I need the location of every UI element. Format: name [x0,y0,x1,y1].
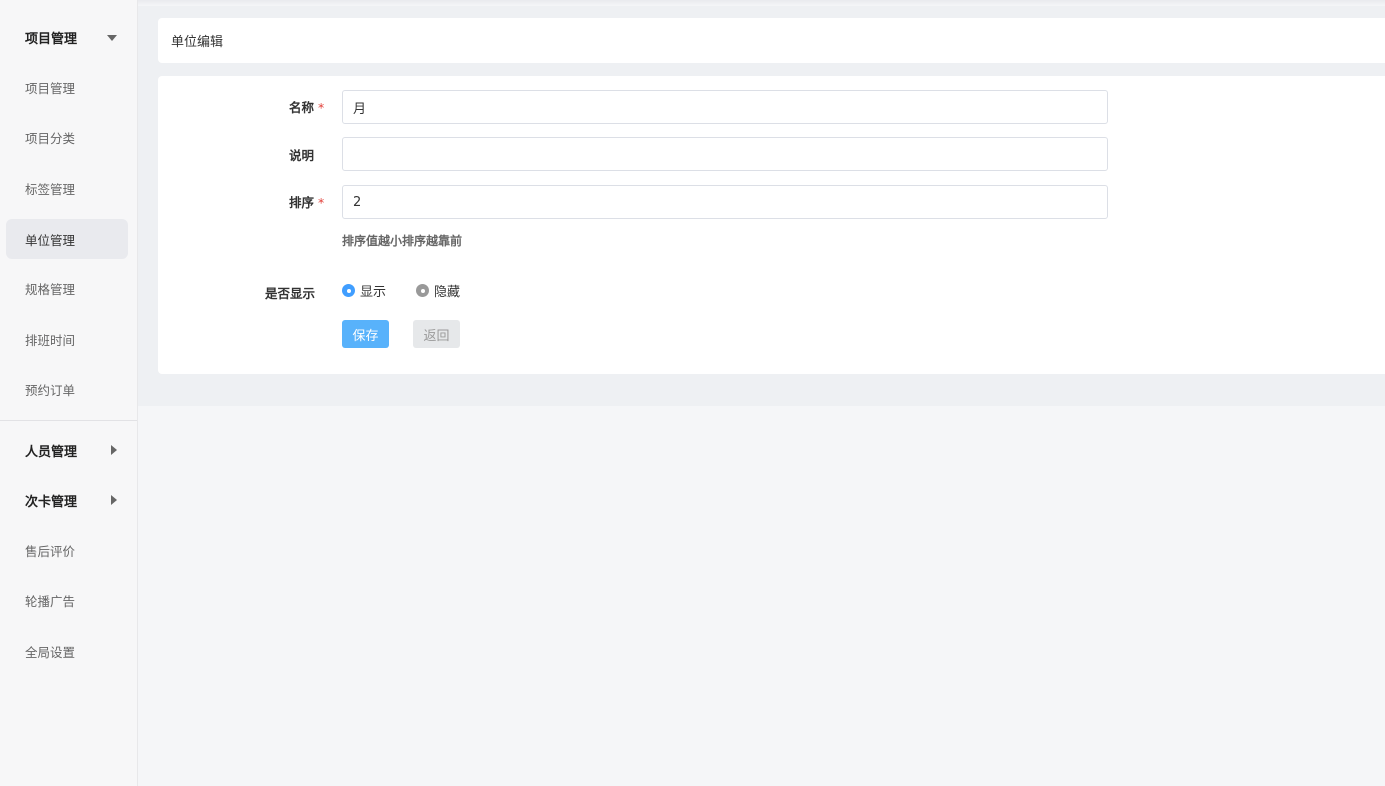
sort-label-text: 排序 [289,195,315,210]
page-header: 单位编辑 [158,18,1385,63]
sidebar-group-label: 项目管理 [25,31,78,47]
radio-hide-label: 隐藏 [434,285,461,300]
required-mark: * [318,100,325,115]
sidebar-item-units[interactable]: 单位管理 [6,219,128,259]
description-label: 说明 [289,145,314,164]
sidebar-item-label: 全局设置 [25,644,76,660]
chevron-down-icon [107,35,117,41]
sidebar-group-staff[interactable]: 人员管理 [6,430,128,470]
sidebar-group-card[interactable]: 次卡管理 [6,480,128,520]
sidebar-group-project[interactable]: 项目管理 [6,17,128,57]
sort-hint: 排序值越小排序越靠前 [342,234,463,248]
name-label-text: 名称 [289,100,315,115]
sidebar-item-settings[interactable]: 全局设置 [6,631,128,671]
radio-show[interactable]: 显示 [342,281,386,300]
sidebar-item-schedule[interactable]: 排班时间 [6,319,128,359]
sidebar-item-label: 规格管理 [25,281,76,297]
sidebar-group-label: 人员管理 [25,444,78,460]
radio-show-label: 显示 [360,285,387,300]
sidebar: 项目管理 项目管理 项目分类 标签管理 单位管理 规格管理 排班时间 预约订单 … [0,0,138,786]
description-label-text: 说明 [289,148,315,163]
sort-label: 排序 * [289,192,324,211]
save-button[interactable]: 保存 [342,320,389,348]
sidebar-item-banners[interactable]: 轮播广告 [6,580,128,620]
sidebar-item-tags[interactable]: 标签管理 [6,168,128,208]
sidebar-item-label: 售后评价 [25,543,76,559]
sidebar-item-label: 标签管理 [25,181,76,197]
unit-edit-form: 名称* 说明 排序* 排序值越小排序越靠前 是否显示 显示 隐藏 保存 返回 [158,76,1385,374]
name-input[interactable] [342,90,1108,124]
radio-unchecked-icon [416,284,429,297]
page-title: 单位编辑 [171,35,224,50]
radio-checked-icon [342,284,355,297]
visible-label: 是否显示 [265,286,316,301]
sidebar-item-project-manage[interactable]: 项目管理 [6,67,128,107]
sidebar-item-specs[interactable]: 规格管理 [6,268,128,308]
sidebar-item-label: 项目管理 [25,80,76,96]
chevron-right-icon [111,445,117,455]
required-mark: * [318,195,325,210]
sidebar-item-label: 排班时间 [25,332,76,348]
description-input[interactable] [342,137,1108,171]
sidebar-group-label: 次卡管理 [25,494,78,510]
radio-hide[interactable]: 隐藏 [416,281,460,300]
sidebar-divider [0,420,137,421]
sidebar-item-label: 单位管理 [25,232,76,248]
sidebar-item-project-category[interactable]: 项目分类 [6,117,128,157]
sidebar-item-reviews[interactable]: 售后评价 [6,530,128,570]
sidebar-item-orders[interactable]: 预约订单 [6,369,128,409]
name-label: 名称 * [289,97,324,116]
chevron-right-icon [111,495,117,505]
sidebar-item-label: 项目分类 [25,130,76,146]
sidebar-item-label: 轮播广告 [25,593,76,609]
back-button[interactable]: 返回 [413,320,460,348]
sidebar-item-label: 预约订单 [25,382,76,398]
sort-input[interactable] [342,185,1108,219]
